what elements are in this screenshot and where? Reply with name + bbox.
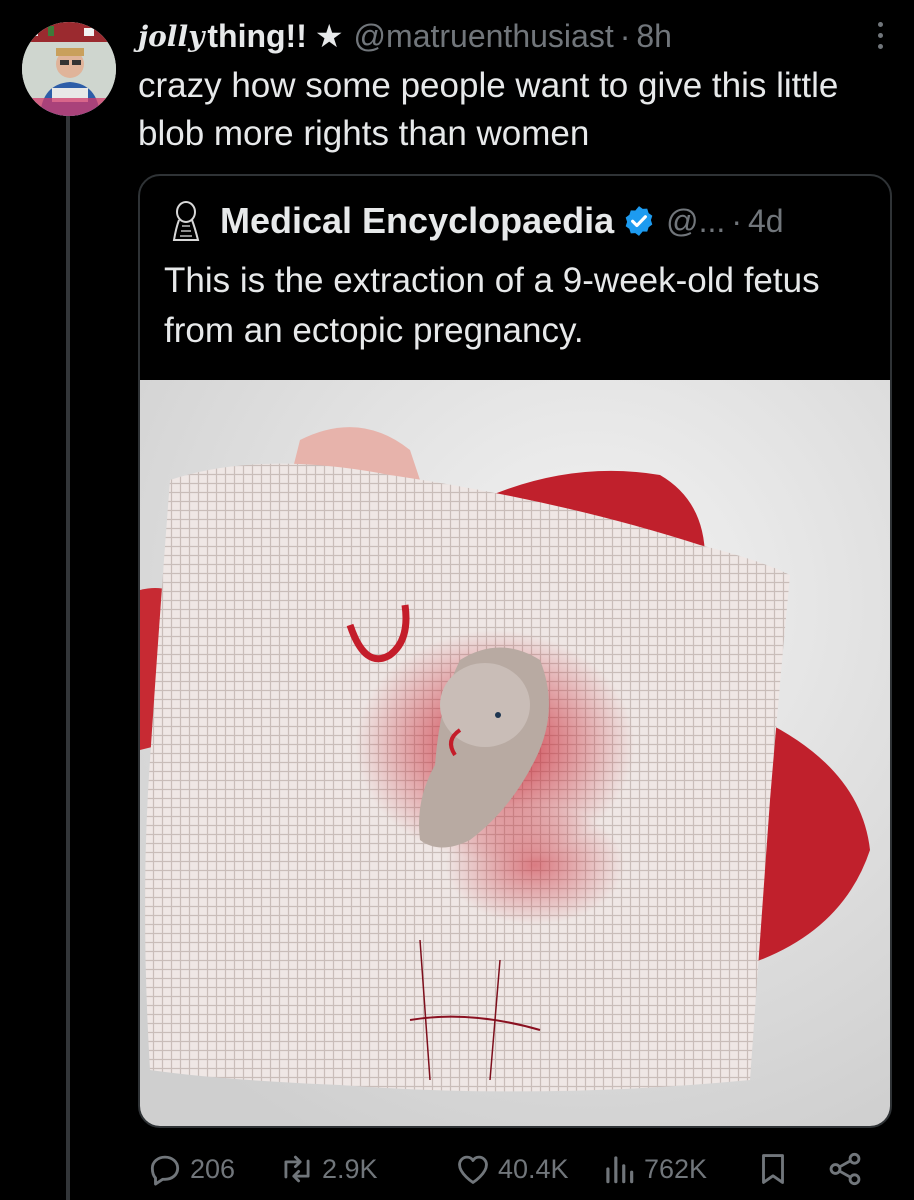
user-avatar[interactable] xyxy=(22,22,116,116)
quoted-avatar-icon[interactable] xyxy=(162,198,208,244)
retweet-button[interactable]: 2.9K xyxy=(278,1144,378,1194)
views-button[interactable]: 762K xyxy=(600,1144,707,1194)
bookmark-button[interactable] xyxy=(754,1144,792,1194)
verified-badge-icon xyxy=(625,206,653,236)
like-button[interactable]: 40.4K xyxy=(454,1144,569,1194)
quoted-tweet-header: Medical Encyclopaedia @... · 4d xyxy=(162,196,784,246)
retweet-count: 2.9K xyxy=(322,1153,378,1184)
views-count: 762K xyxy=(644,1153,708,1184)
quoted-tweet-photo[interactable] xyxy=(140,380,890,1126)
quoted-handle[interactable]: @... xyxy=(666,203,725,240)
separator-dot: · xyxy=(619,17,631,54)
more-vertical-icon[interactable] xyxy=(870,16,890,56)
views-chart-icon xyxy=(606,1156,634,1184)
share-icon xyxy=(829,1152,861,1186)
thread-line xyxy=(66,116,70,1200)
quoted-separator-dot: · xyxy=(731,202,742,239)
quoted-tweet-card[interactable]: Medical Encyclopaedia @... · 4d This is … xyxy=(138,174,892,1128)
quoted-display-name[interactable]: Medical Encyclopaedia xyxy=(220,200,614,242)
heart-icon xyxy=(458,1155,488,1184)
display-name[interactable]: thing!! xyxy=(207,18,307,55)
gauze-photo-image xyxy=(140,380,890,1126)
reply-count: 206 xyxy=(190,1153,236,1184)
tweet-timestamp[interactable]: 8h xyxy=(636,18,672,55)
reply-icon xyxy=(150,1155,180,1186)
quoted-tweet-text: This is the extraction of a 9-week-old f… xyxy=(164,261,820,350)
share-button[interactable] xyxy=(826,1144,864,1194)
retweet-icon xyxy=(284,1155,310,1183)
bookmark-icon xyxy=(762,1154,784,1184)
like-count: 40.4K xyxy=(498,1153,569,1184)
reply-button[interactable]: 206 xyxy=(146,1144,235,1194)
tweet-header: jolly thing!! ★ @matruenthusiast · 8h xyxy=(138,14,890,58)
tweet-action-bar: 206 2.9K 40.4K 762K xyxy=(138,1144,878,1194)
display-name-prefix[interactable]: jolly xyxy=(138,20,204,53)
quoted-timestamp[interactable]: 4d xyxy=(748,203,784,240)
user-avatar-image xyxy=(22,22,116,116)
tweet-text: crazy how some people want to give this … xyxy=(138,66,839,153)
star-emoji: ★ xyxy=(314,18,344,54)
user-handle[interactable]: @matruenthusiast xyxy=(354,18,614,55)
